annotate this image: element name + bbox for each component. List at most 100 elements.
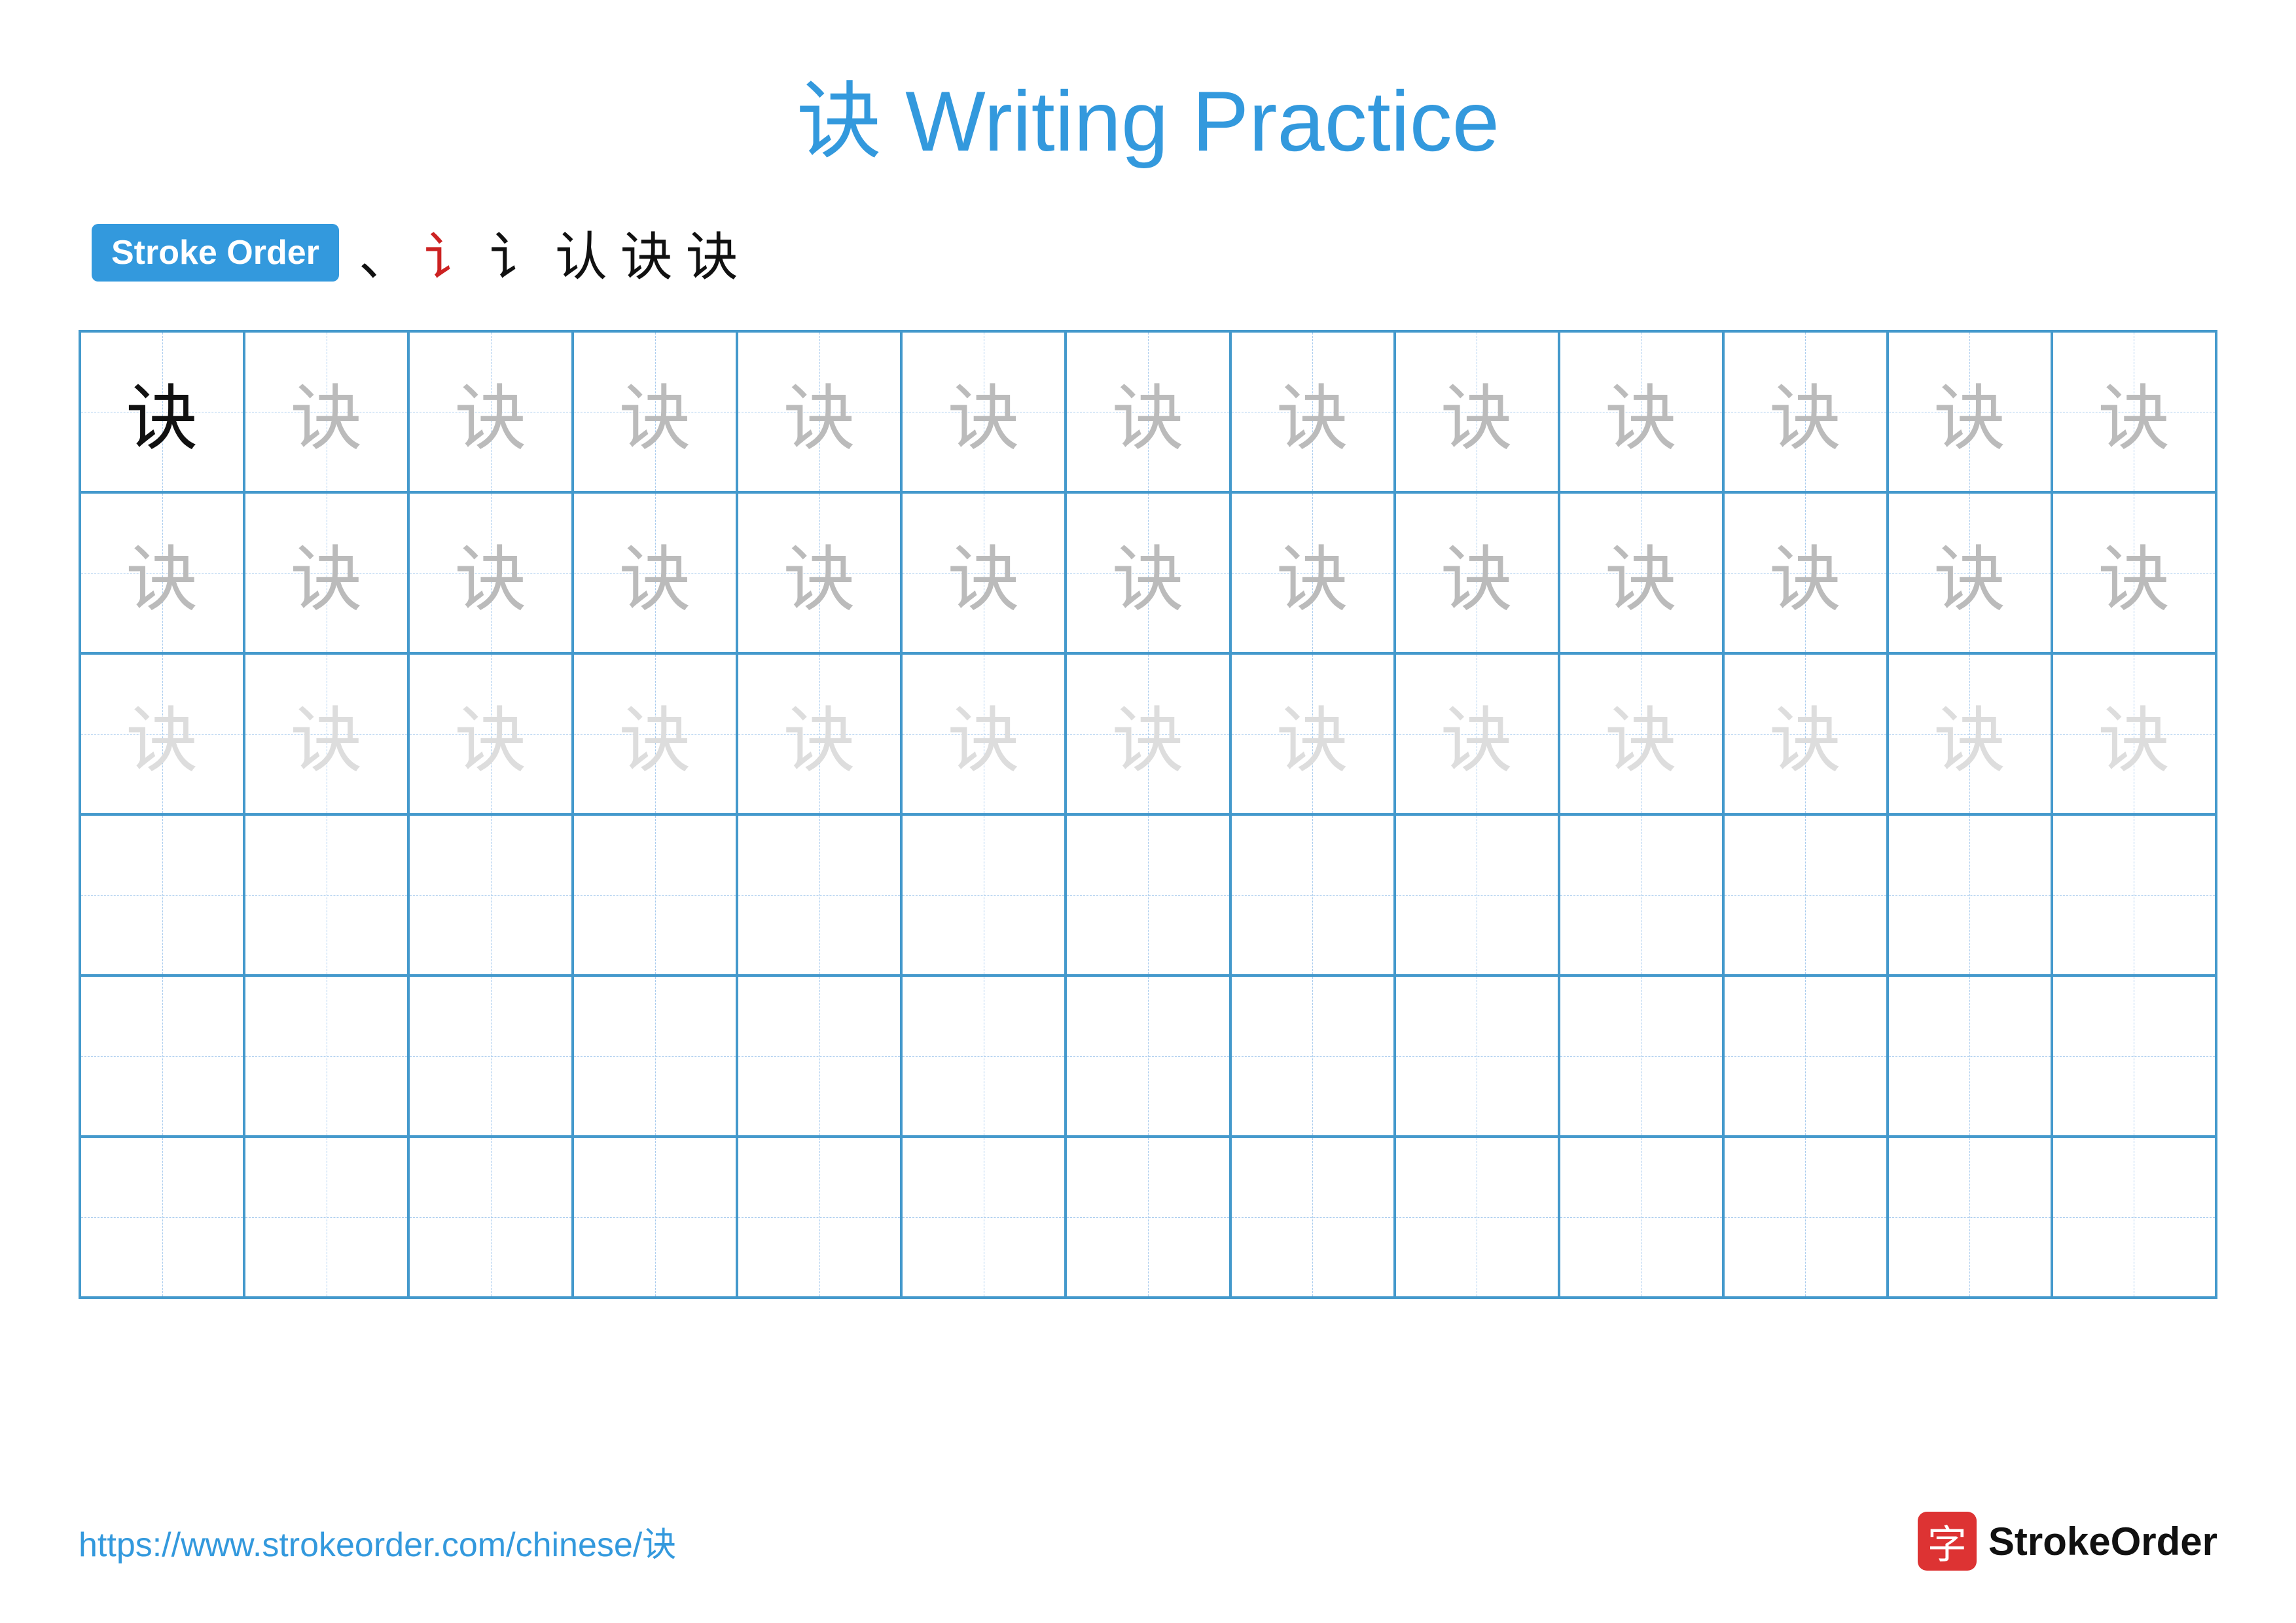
grid-cell: 诀 [80, 492, 244, 653]
grid-cell: 诀 [1230, 653, 1395, 814]
cell-character: 诀 [619, 520, 691, 625]
grid-cell [408, 814, 573, 976]
grid-cell: 诀 [1066, 331, 1230, 492]
grid-cell [1559, 1137, 1723, 1298]
grid-cell [901, 1137, 1066, 1298]
grid-cell [1395, 1137, 1559, 1298]
practice-grid: 诀诀诀诀诀诀诀诀诀诀诀诀诀诀诀诀诀诀诀诀诀诀诀诀诀诀诀诀诀诀诀诀诀诀诀诀诀诀诀 [79, 330, 2217, 1299]
grid-cell: 诀 [737, 492, 901, 653]
grid-cell [1395, 814, 1559, 976]
grid-cell: 诀 [1888, 492, 2052, 653]
grid-cell: 诀 [901, 653, 1066, 814]
grid-cell [80, 814, 244, 976]
grid-cell [2052, 1137, 2216, 1298]
stroke-6: 诀 [686, 215, 738, 291]
grid-cell: 诀 [408, 331, 573, 492]
grid-cell [1888, 976, 2052, 1137]
stroke-1: 、 [359, 215, 411, 291]
grid-cell [901, 814, 1066, 976]
grid-cell [1888, 814, 2052, 976]
stroke-order-badge: Stroke Order [92, 224, 339, 282]
grid-cell [1230, 1137, 1395, 1298]
grid-cell: 诀 [1230, 331, 1395, 492]
cell-character: 诀 [126, 682, 198, 786]
grid-cell [901, 976, 1066, 1137]
cell-character: 诀 [1933, 520, 2005, 625]
grid-cell: 诀 [244, 331, 408, 492]
grid-cell: 诀 [1559, 331, 1723, 492]
grid-cell: 诀 [2052, 653, 2216, 814]
cell-character: 诀 [783, 682, 855, 786]
stroke-5: 诀 [620, 215, 673, 291]
grid-cell [1723, 814, 1888, 976]
grid-cell [408, 1137, 573, 1298]
grid-cell: 诀 [1230, 492, 1395, 653]
cell-character: 诀 [1769, 520, 1841, 625]
stroke-sequence: 、 讠 讠 认 诀 诀 [359, 215, 738, 291]
grid-cell [2052, 814, 2216, 976]
logo-text: StrokeOrder [1988, 1519, 2217, 1564]
logo-char: 字 [1928, 1513, 1967, 1570]
grid-cell [737, 1137, 901, 1298]
grid-cell [2052, 976, 2216, 1137]
page: 诀 Writing Practice Stroke Order 、 讠 讠 认 … [0, 0, 2296, 1623]
grid-cell: 诀 [737, 331, 901, 492]
footer-url: https://www.strokeorder.com/chinese/诀 [79, 1517, 676, 1566]
cell-character: 诀 [619, 359, 691, 464]
cell-character: 诀 [126, 520, 198, 625]
grid-cell: 诀 [1888, 331, 2052, 492]
grid-cell: 诀 [1066, 653, 1230, 814]
cell-character: 诀 [2098, 682, 2170, 786]
cell-character: 诀 [2098, 520, 2170, 625]
cell-character: 诀 [2098, 359, 2170, 464]
grid-cell [1066, 976, 1230, 1137]
grid-cell: 诀 [901, 331, 1066, 492]
cell-character: 诀 [1112, 359, 1184, 464]
grid-cell [408, 976, 573, 1137]
grid-cell: 诀 [80, 331, 244, 492]
cell-character: 诀 [291, 520, 363, 625]
grid-cell: 诀 [1888, 653, 2052, 814]
cell-character: 诀 [1441, 520, 1513, 625]
grid-cell [1888, 1137, 2052, 1298]
grid-cell [1230, 814, 1395, 976]
cell-character: 诀 [948, 682, 1020, 786]
grid-cell: 诀 [80, 653, 244, 814]
grid-cell: 诀 [1395, 492, 1559, 653]
cell-character: 诀 [1769, 682, 1841, 786]
logo-icon: 字 [1918, 1512, 1977, 1571]
cell-character: 诀 [455, 520, 527, 625]
grid-cell: 诀 [1723, 492, 1888, 653]
grid-cell [1066, 814, 1230, 976]
cell-character: 诀 [1605, 520, 1677, 625]
stroke-4: 认 [555, 215, 607, 291]
cell-character: 诀 [1276, 682, 1348, 786]
grid-cell: 诀 [1559, 492, 1723, 653]
page-title: 诀 Writing Practice [79, 52, 2217, 175]
grid-cell: 诀 [1723, 653, 1888, 814]
cell-character: 诀 [1276, 520, 1348, 625]
grid-cell: 诀 [408, 653, 573, 814]
cell-character: 诀 [1112, 520, 1184, 625]
cell-character: 诀 [1441, 682, 1513, 786]
grid-cell [573, 1137, 737, 1298]
grid-cell [80, 976, 244, 1137]
grid-cell [1723, 976, 1888, 1137]
grid-cell: 诀 [1066, 492, 1230, 653]
grid-cell: 诀 [737, 653, 901, 814]
cell-character: 诀 [291, 359, 363, 464]
cell-character: 诀 [1769, 359, 1841, 464]
grid-cell [737, 976, 901, 1137]
grid-cell [1723, 1137, 1888, 1298]
grid-cell [1559, 814, 1723, 976]
grid-cell: 诀 [2052, 331, 2216, 492]
cell-character: 诀 [126, 359, 198, 464]
cell-character: 诀 [1605, 682, 1677, 786]
grid-cell [80, 1137, 244, 1298]
cell-character: 诀 [291, 682, 363, 786]
stroke-3: 讠 [490, 215, 542, 291]
grid-cell: 诀 [901, 492, 1066, 653]
cell-character: 诀 [1605, 359, 1677, 464]
footer-logo: 字 StrokeOrder [1918, 1512, 2217, 1571]
grid-cell: 诀 [1395, 653, 1559, 814]
